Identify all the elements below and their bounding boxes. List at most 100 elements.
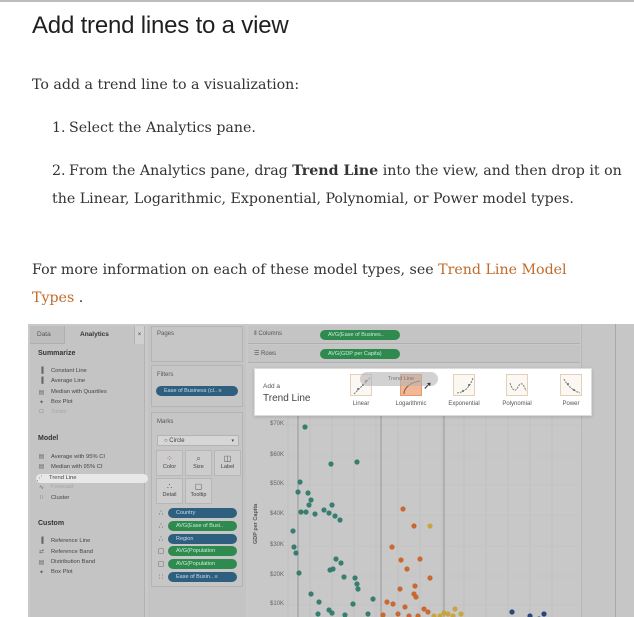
analytics-item-average-line[interactable]: ▐ Average Line	[38, 378, 85, 384]
tooltip-icon: ▢	[194, 482, 203, 491]
data-point-teal	[306, 502, 312, 508]
mark-field-row: ▢ AVG(Population	[157, 546, 237, 557]
power-model-icon	[560, 374, 582, 396]
tooltip-icon[interactable]: ▢	[157, 547, 165, 555]
tooltip-button[interactable]: ▢ Tooltip	[185, 478, 212, 504]
label-icon: ◫	[223, 454, 232, 463]
analytics-item-median-with-95-ci[interactable]: ▤ Median with 95% CI	[38, 463, 103, 471]
data-point-teal	[290, 528, 296, 534]
data-point-orange	[397, 586, 403, 592]
mark-field-pill[interactable]: AVG(Ease of Busi..	[168, 520, 237, 531]
analytics-item-trend-line[interactable]: ⋰ Trend Line	[36, 473, 148, 483]
analytics-item-median-with-quartiles[interactable]: ▤ Median with Quartiles	[38, 389, 107, 396]
trend-option-power[interactable]: Power	[549, 374, 593, 407]
rows-pill[interactable]: AVG(GDP per Capita)	[320, 349, 400, 359]
data-point-orange	[389, 544, 395, 550]
analytics-item-distribution-band[interactable]: ▤ Distribution Band	[38, 559, 96, 566]
mark-type-select[interactable]: ○ Circle ▾	[157, 435, 239, 446]
size-button[interactable]: ⌕ Size	[185, 450, 212, 476]
y-tick-label: $60K	[270, 452, 285, 458]
y-axis-title: GDP per Capita	[253, 503, 259, 544]
mark-field-pill[interactable]: Ease of Busin.. ≡	[168, 572, 237, 582]
trend-option-label: Logarithmic	[395, 401, 427, 407]
data-point-teal	[332, 513, 338, 519]
data-point-orange	[417, 556, 423, 562]
analytics-item-reference-line[interactable]: ▐ Reference Line	[38, 538, 90, 544]
tooltip-label: Tooltip	[190, 492, 207, 498]
data-point-teal	[303, 509, 309, 515]
data-point-navy	[527, 613, 533, 617]
detail-icon: ∴	[166, 482, 173, 491]
tab-data[interactable]: Data	[30, 326, 65, 344]
pane-tabs: Data Analytics ×	[30, 326, 145, 344]
data-point-teal	[326, 510, 332, 516]
trend-option-label: Linear	[352, 401, 370, 407]
analytics-item-label: Cluster	[51, 494, 70, 501]
analytics-item-totals[interactable]: □ Totals	[38, 409, 66, 415]
drop-target-caption: Add a	[263, 383, 280, 390]
data-point-teal	[354, 581, 360, 587]
trend-option-exponential[interactable]: Exponential	[442, 374, 486, 407]
color-label: Color	[162, 464, 177, 470]
analytics-item-constant-line[interactable]: ▐ Constant Line	[38, 368, 86, 374]
color-button[interactable]: ⁘ Color	[156, 450, 183, 476]
data-point-teal	[308, 497, 314, 503]
columns-shelf[interactable]: ⦀ Columns AVG(Ease of Busines..	[248, 326, 580, 344]
analytics-item-box-plot[interactable]: ✦ Box Plot	[38, 399, 73, 406]
analytics-item-label: Box Plot	[51, 399, 73, 406]
detail-icon[interactable]: ∴	[157, 509, 165, 517]
size-label: Size	[193, 464, 204, 470]
tab-analytics[interactable]: Analytics	[65, 326, 132, 344]
more-info-text: For more information on each of these mo…	[32, 256, 602, 312]
forecast-icon: ∿	[38, 484, 45, 491]
reference-band-icon: ⇄	[38, 549, 45, 556]
trend-option-label: Power	[562, 401, 580, 407]
mark-field-pill[interactable]: Region	[168, 533, 237, 544]
filter-pill[interactable]: Ease of Business (cl.. ≡	[156, 386, 238, 396]
data-point-orange	[411, 523, 417, 529]
data-point-teal	[341, 574, 347, 580]
rows-shelf[interactable]: ☰ Rows AVG(GDP per Capita)	[248, 345, 580, 363]
analytics-item-label: Box Plot	[51, 569, 73, 576]
detail-button[interactable]: ∴ Detail	[156, 478, 183, 504]
data-point-teal	[312, 511, 318, 517]
analytics-item-average-with-95-ci[interactable]: ▤ Average with 95% CI	[38, 453, 105, 461]
analytics-item-box-plot[interactable]: ✦ Box Plot	[38, 569, 73, 576]
analytics-item-forecast[interactable]: ∿ Forecast	[38, 484, 74, 491]
data-point-orange	[398, 557, 404, 563]
columns-pill[interactable]: AVG(Ease of Busines..	[320, 330, 400, 340]
trend-option-label: Polynomial	[502, 401, 532, 407]
data-point-gold	[441, 610, 447, 616]
section-custom: Custom	[38, 520, 65, 527]
mark-field-pill[interactable]: AVG(Population	[168, 559, 237, 570]
drag-cursor-icon: ➚	[423, 380, 433, 392]
median-quartiles-icon: ▤	[38, 389, 45, 396]
data-point-orange	[402, 604, 408, 610]
pages-card[interactable]: Pages	[151, 326, 243, 362]
data-point-teal	[330, 566, 336, 572]
data-point-teal	[328, 461, 334, 467]
detail-icon[interactable]: ∴	[157, 522, 165, 530]
mark-field-pill[interactable]: AVG(Population	[168, 546, 237, 557]
tooltip-icon[interactable]: ▢	[157, 560, 165, 568]
analytics-pane: Data Analytics × Summarize ▐ Constant Lin…	[30, 326, 148, 617]
data-point-gold	[427, 523, 433, 529]
data-point-teal	[316, 599, 322, 605]
detail-icon[interactable]: ∴	[157, 535, 165, 543]
data-point-teal	[365, 611, 371, 617]
data-point-orange	[384, 599, 390, 605]
label-button[interactable]: ◫ Label	[214, 450, 241, 476]
color-icon: ⁘	[166, 454, 173, 463]
data-point-orange	[400, 506, 406, 512]
color-icon[interactable]: ∷	[157, 573, 165, 581]
analytics-item-cluster[interactable]: ∷ Cluster	[38, 494, 70, 502]
trend-option-polynomial[interactable]: Polynomial	[495, 374, 539, 407]
data-point-teal	[355, 586, 361, 592]
rows-icon: ☰	[254, 351, 262, 357]
analytics-item-reference-band[interactable]: ⇄ Reference Band	[38, 548, 93, 556]
step-number: 2.	[52, 163, 66, 179]
data-point-teal	[352, 575, 358, 581]
mark-field-pill[interactable]: Country	[168, 508, 237, 518]
filters-card[interactable]: Filters Ease of Business (cl.. ≡	[151, 365, 243, 407]
close-icon[interactable]: ×	[134, 326, 144, 344]
